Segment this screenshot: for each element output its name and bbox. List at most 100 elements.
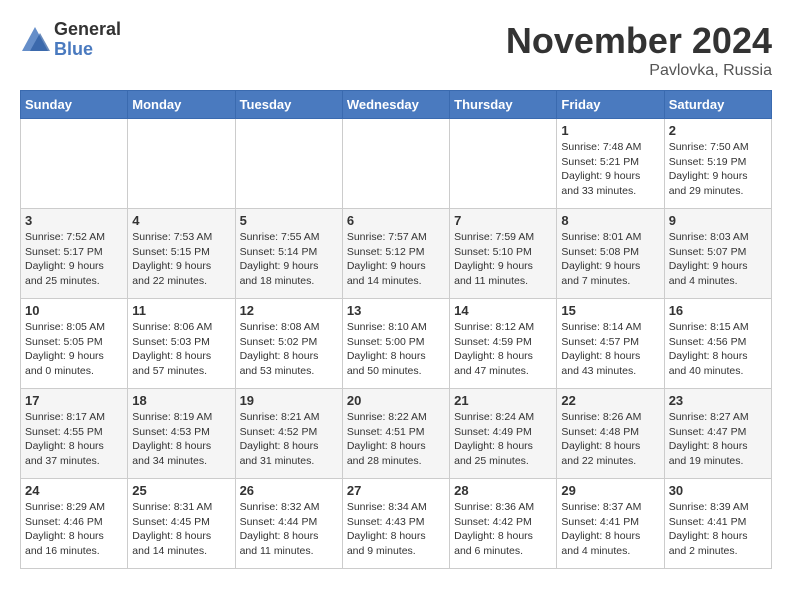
day-number: 2 — [669, 123, 767, 138]
day-info: Sunrise: 7:50 AM Sunset: 5:19 PM Dayligh… — [669, 140, 767, 199]
day-info: Sunrise: 7:55 AM Sunset: 5:14 PM Dayligh… — [240, 230, 338, 289]
calendar-cell — [450, 119, 557, 209]
calendar-cell: 9 Sunrise: 8:03 AM Sunset: 5:07 PM Daylig… — [664, 209, 771, 299]
day-info: Sunrise: 8:29 AM Sunset: 4:46 PM Dayligh… — [25, 500, 123, 559]
calendar-cell: 30Sunrise: 8:39 AM Sunset: 4:41 PM Dayli… — [664, 479, 771, 569]
day-number: 9 — [669, 213, 767, 228]
day-info: Sunrise: 8:08 AM Sunset: 5:02 PM Dayligh… — [240, 320, 338, 379]
day-number: 20 — [347, 393, 445, 408]
day-number: 15 — [561, 303, 659, 318]
logo-text: General Blue — [54, 20, 121, 60]
day-info: Sunrise: 7:59 AM Sunset: 5:10 PM Dayligh… — [454, 230, 552, 289]
calendar-cell: 24 Sunrise: 8:29 AM Sunset: 4:46 PM Dayli… — [21, 479, 128, 569]
day-number: 14 — [454, 303, 552, 318]
day-number: 17 — [25, 393, 123, 408]
day-info: Sunrise: 8:32 AM Sunset: 4:44 PM Dayligh… — [240, 500, 338, 559]
calendar-cell: 22Sunrise: 8:26 AM Sunset: 4:48 PM Dayli… — [557, 389, 664, 479]
title-section: November 2024 Pavlovka, Russia — [506, 20, 772, 80]
calendar-cell — [21, 119, 128, 209]
day-info: Sunrise: 8:12 AM Sunset: 4:59 PM Dayligh… — [454, 320, 552, 379]
day-number: 10 — [25, 303, 123, 318]
calendar-cell: 5 Sunrise: 7:55 AM Sunset: 5:14 PM Daylig… — [235, 209, 342, 299]
day-number: 11 — [132, 303, 230, 318]
day-info: Sunrise: 8:39 AM Sunset: 4:41 PM Dayligh… — [669, 500, 767, 559]
day-info: Sunrise: 8:19 AM Sunset: 4:53 PM Dayligh… — [132, 410, 230, 469]
day-info: Sunrise: 8:24 AM Sunset: 4:49 PM Dayligh… — [454, 410, 552, 469]
weekday-header-wednesday: Wednesday — [342, 91, 449, 119]
calendar-cell: 10 Sunrise: 8:05 AM Sunset: 5:05 PM Dayli… — [21, 299, 128, 389]
day-number: 29 — [561, 483, 659, 498]
day-number: 16 — [669, 303, 767, 318]
day-number: 27 — [347, 483, 445, 498]
day-info: Sunrise: 7:48 AM Sunset: 5:21 PM Dayligh… — [561, 140, 659, 199]
calendar-week-row: 1Sunrise: 7:48 AM Sunset: 5:21 PM Daylig… — [21, 119, 772, 209]
calendar-cell: 11 Sunrise: 8:06 AM Sunset: 5:03 PM Dayli… — [128, 299, 235, 389]
calendar-cell: 23 Sunrise: 8:27 AM Sunset: 4:47 PM Dayli… — [664, 389, 771, 479]
day-number: 24 — [25, 483, 123, 498]
day-info: Sunrise: 8:21 AM Sunset: 4:52 PM Dayligh… — [240, 410, 338, 469]
calendar-cell: 28 Sunrise: 8:36 AM Sunset: 4:42 PM Dayli… — [450, 479, 557, 569]
day-info: Sunrise: 7:52 AM Sunset: 5:17 PM Dayligh… — [25, 230, 123, 289]
weekday-header-sunday: Sunday — [21, 91, 128, 119]
calendar-cell: 13Sunrise: 8:10 AM Sunset: 5:00 PM Dayli… — [342, 299, 449, 389]
day-info: Sunrise: 8:27 AM Sunset: 4:47 PM Dayligh… — [669, 410, 767, 469]
calendar-cell — [235, 119, 342, 209]
weekday-header-friday: Friday — [557, 91, 664, 119]
day-info: Sunrise: 8:05 AM Sunset: 5:05 PM Dayligh… — [25, 320, 123, 379]
day-number: 26 — [240, 483, 338, 498]
calendar-cell: 21 Sunrise: 8:24 AM Sunset: 4:49 PM Dayli… — [450, 389, 557, 479]
calendar-cell: 3Sunrise: 7:52 AM Sunset: 5:17 PM Daylig… — [21, 209, 128, 299]
day-info: Sunrise: 8:36 AM Sunset: 4:42 PM Dayligh… — [454, 500, 552, 559]
calendar-cell: 12Sunrise: 8:08 AM Sunset: 5:02 PM Dayli… — [235, 299, 342, 389]
calendar-week-row: 24 Sunrise: 8:29 AM Sunset: 4:46 PM Dayli… — [21, 479, 772, 569]
weekday-header-monday: Monday — [128, 91, 235, 119]
calendar-week-row: 17Sunrise: 8:17 AM Sunset: 4:55 PM Dayli… — [21, 389, 772, 479]
calendar-cell: 19Sunrise: 8:21 AM Sunset: 4:52 PM Dayli… — [235, 389, 342, 479]
logo-icon — [20, 25, 50, 55]
calendar-cell: 20 Sunrise: 8:22 AM Sunset: 4:51 PM Dayli… — [342, 389, 449, 479]
weekday-header-row: SundayMondayTuesdayWednesdayThursdayFrid… — [21, 91, 772, 119]
day-number: 6 — [347, 213, 445, 228]
calendar-week-row: 3Sunrise: 7:52 AM Sunset: 5:17 PM Daylig… — [21, 209, 772, 299]
calendar-cell: 29 Sunrise: 8:37 AM Sunset: 4:41 PM Dayli… — [557, 479, 664, 569]
day-number: 7 — [454, 213, 552, 228]
day-number: 25 — [132, 483, 230, 498]
calendar-cell: 1Sunrise: 7:48 AM Sunset: 5:21 PM Daylig… — [557, 119, 664, 209]
day-info: Sunrise: 8:14 AM Sunset: 4:57 PM Dayligh… — [561, 320, 659, 379]
location-title: Pavlovka, Russia — [506, 62, 772, 80]
logo: General Blue — [20, 20, 121, 60]
calendar-cell: 18 Sunrise: 8:19 AM Sunset: 4:53 PM Dayli… — [128, 389, 235, 479]
calendar-cell — [128, 119, 235, 209]
calendar-cell: 7 Sunrise: 7:59 AM Sunset: 5:10 PM Daylig… — [450, 209, 557, 299]
day-info: Sunrise: 8:34 AM Sunset: 4:43 PM Dayligh… — [347, 500, 445, 559]
weekday-header-saturday: Saturday — [664, 91, 771, 119]
day-info: Sunrise: 8:15 AM Sunset: 4:56 PM Dayligh… — [669, 320, 767, 379]
calendar-cell: 2 Sunrise: 7:50 AM Sunset: 5:19 PM Daylig… — [664, 119, 771, 209]
calendar-cell: 25 Sunrise: 8:31 AM Sunset: 4:45 PM Dayli… — [128, 479, 235, 569]
day-info: Sunrise: 8:37 AM Sunset: 4:41 PM Dayligh… — [561, 500, 659, 559]
day-info: Sunrise: 8:26 AM Sunset: 4:48 PM Dayligh… — [561, 410, 659, 469]
header: General Blue November 2024 Pavlovka, Rus… — [20, 20, 772, 80]
day-number: 23 — [669, 393, 767, 408]
day-info: Sunrise: 8:06 AM Sunset: 5:03 PM Dayligh… — [132, 320, 230, 379]
calendar-cell: 17Sunrise: 8:17 AM Sunset: 4:55 PM Dayli… — [21, 389, 128, 479]
calendar-cell: 6 Sunrise: 7:57 AM Sunset: 5:12 PM Daylig… — [342, 209, 449, 299]
calendar-cell: 16 Sunrise: 8:15 AM Sunset: 4:56 PM Dayli… — [664, 299, 771, 389]
day-number: 28 — [454, 483, 552, 498]
weekday-header-thursday: Thursday — [450, 91, 557, 119]
day-info: Sunrise: 7:57 AM Sunset: 5:12 PM Dayligh… — [347, 230, 445, 289]
day-number: 13 — [347, 303, 445, 318]
day-number: 18 — [132, 393, 230, 408]
calendar-week-row: 10 Sunrise: 8:05 AM Sunset: 5:05 PM Dayli… — [21, 299, 772, 389]
calendar-table: SundayMondayTuesdayWednesdayThursdayFrid… — [20, 90, 772, 569]
day-number: 8 — [561, 213, 659, 228]
calendar-cell: 27 Sunrise: 8:34 AM Sunset: 4:43 PM Dayli… — [342, 479, 449, 569]
day-info: Sunrise: 8:03 AM Sunset: 5:07 PM Dayligh… — [669, 230, 767, 289]
day-number: 4 — [132, 213, 230, 228]
day-info: Sunrise: 7:53 AM Sunset: 5:15 PM Dayligh… — [132, 230, 230, 289]
day-number: 21 — [454, 393, 552, 408]
day-info: Sunrise: 8:22 AM Sunset: 4:51 PM Dayligh… — [347, 410, 445, 469]
day-number: 5 — [240, 213, 338, 228]
logo-general: General — [54, 20, 121, 40]
day-info: Sunrise: 8:31 AM Sunset: 4:45 PM Dayligh… — [132, 500, 230, 559]
